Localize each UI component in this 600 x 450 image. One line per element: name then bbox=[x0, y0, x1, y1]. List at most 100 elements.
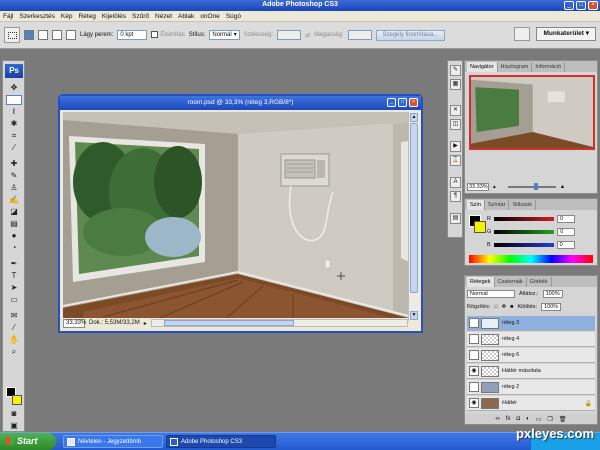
rectangular-marquee-tool-icon[interactable] bbox=[6, 95, 22, 105]
zoom-out-icon[interactable]: ▴ bbox=[493, 184, 496, 190]
fill-input[interactable]: 100% bbox=[541, 303, 562, 311]
style-select[interactable]: Normál ▾ bbox=[209, 30, 240, 40]
quick-mask-icon[interactable]: ◙ bbox=[6, 409, 22, 419]
blur-tool-icon[interactable]: ● bbox=[6, 231, 22, 241]
layer-row[interactable]: ◉ Háttér 🔒 bbox=[467, 396, 595, 411]
menu-image[interactable]: Kép bbox=[61, 13, 73, 20]
menu-file[interactable]: Fájl bbox=[3, 13, 13, 20]
menu-view[interactable]: Nézet bbox=[155, 13, 172, 20]
eye-icon[interactable]: ◉ bbox=[469, 366, 479, 376]
document-vertical-scrollbar[interactable]: ▲ ▼ bbox=[408, 112, 419, 321]
notes-tool-icon[interactable]: ✉ bbox=[6, 311, 22, 321]
refine-edge-button[interactable]: Szegély finomítása... bbox=[375, 29, 446, 41]
channel-r-slider[interactable] bbox=[493, 217, 554, 221]
adjustment-icon[interactable]: ◐ bbox=[526, 416, 530, 422]
tab-curves[interactable]: Görbék bbox=[527, 277, 552, 287]
tab-styles[interactable]: Stílusok bbox=[509, 200, 537, 210]
channel-b-value[interactable]: 0 bbox=[556, 241, 575, 249]
history-brush-tool-icon[interactable]: ✍ bbox=[6, 195, 22, 205]
blend-mode-select[interactable]: Normál bbox=[467, 290, 515, 298]
workspace-button[interactable]: Munkaterület ▾ bbox=[536, 27, 596, 41]
channel-g-slider[interactable] bbox=[494, 230, 555, 234]
tab-channels[interactable]: Csatornák bbox=[495, 277, 527, 287]
lock-position-icon[interactable]: ✥ bbox=[502, 304, 507, 310]
layer-row[interactable]: réteg 6 bbox=[467, 348, 595, 363]
clone-source-icon[interactable]: ◫ bbox=[450, 119, 461, 130]
menu-layer[interactable]: Réteg bbox=[78, 13, 95, 20]
menu-select[interactable]: Kijelölés bbox=[102, 13, 126, 20]
scroll-down-icon[interactable]: ▼ bbox=[410, 311, 418, 320]
start-button[interactable]: Start bbox=[0, 433, 56, 450]
menu-filter[interactable]: Szűrő bbox=[132, 13, 149, 20]
lock-all-icon[interactable]: ■ bbox=[510, 304, 513, 310]
subtract-selection-mode-button[interactable] bbox=[52, 30, 62, 40]
history-panel-icon[interactable]: ⌛ bbox=[450, 155, 461, 166]
lock-pixels-icon[interactable]: □ bbox=[494, 304, 497, 310]
hand-tool-icon[interactable]: ✋ bbox=[6, 335, 22, 345]
feather-input[interactable]: 0 kpt bbox=[117, 30, 148, 40]
channel-b-slider[interactable] bbox=[493, 243, 554, 247]
zoom-in-icon[interactable]: ▲ bbox=[560, 184, 565, 190]
link-icon[interactable]: ∞ bbox=[496, 416, 500, 422]
layer-comps-icon[interactable]: ▤ bbox=[450, 213, 461, 224]
tab-info[interactable]: Információ bbox=[532, 62, 566, 72]
eyedropper2-tool-icon[interactable]: ⁄ bbox=[6, 323, 22, 333]
magic-wand-tool-icon[interactable]: ✱ bbox=[6, 119, 22, 129]
mask-icon[interactable]: ◘ bbox=[517, 416, 521, 422]
tab-swatches[interactable]: Színtár bbox=[485, 200, 510, 210]
taskbar-task-notepad[interactable]: Névtelen - Jegyzettömb bbox=[63, 435, 163, 448]
layer-row[interactable]: réteg 3 bbox=[467, 316, 595, 331]
eye-icon[interactable]: ◉ bbox=[469, 398, 479, 408]
paragraph-panel-icon[interactable]: ¶ bbox=[450, 191, 461, 202]
visibility-toggle[interactable] bbox=[469, 318, 479, 328]
clone-stamp-tool-icon[interactable]: ♙ bbox=[6, 183, 22, 193]
pen-tool-icon[interactable]: ✒ bbox=[6, 259, 22, 269]
eyedropper-tool-icon[interactable]: ⁄ bbox=[6, 143, 22, 153]
channel-r-value[interactable]: 0 bbox=[556, 215, 575, 223]
eraser-tool-icon[interactable]: ◪ bbox=[6, 207, 22, 217]
scroll-up-icon[interactable]: ▲ bbox=[410, 113, 418, 122]
menu-edit[interactable]: Szerkesztés bbox=[19, 13, 54, 20]
doc-maximize-button[interactable]: □ bbox=[398, 98, 407, 107]
hscroll-thumb[interactable] bbox=[163, 320, 294, 326]
navigator-zoom-slider[interactable] bbox=[507, 183, 556, 190]
dodge-tool-icon[interactable]: ◔ bbox=[6, 243, 22, 253]
marquee-tool-preset-icon[interactable] bbox=[4, 27, 20, 43]
menu-help[interactable]: Súgó bbox=[226, 13, 241, 20]
fx-icon[interactable]: fx bbox=[506, 416, 511, 422]
brushes-panel-icon[interactable]: ✎ bbox=[450, 65, 461, 76]
path-selection-tool-icon[interactable]: ➤ bbox=[6, 283, 22, 293]
doc-minimize-button[interactable]: _ bbox=[387, 98, 396, 107]
shape-tool-icon[interactable]: ▭ bbox=[6, 295, 22, 305]
actions-panel-icon[interactable]: ▶ bbox=[450, 141, 461, 152]
height-input[interactable] bbox=[347, 30, 372, 40]
channel-g-value[interactable]: 0 bbox=[557, 228, 576, 236]
layer-row[interactable]: ◉ Háttér másolata bbox=[467, 364, 595, 379]
close-button[interactable]: × bbox=[588, 1, 598, 10]
menu-onone[interactable]: onOne bbox=[200, 13, 220, 20]
visibility-toggle[interactable] bbox=[469, 382, 479, 392]
palette-well-icon[interactable] bbox=[514, 27, 531, 41]
antialias-checkbox[interactable]: Élsimítás bbox=[151, 31, 185, 39]
layer-row[interactable]: réteg 4 bbox=[467, 332, 595, 347]
zoom-tool-icon[interactable]: ⌕ bbox=[6, 347, 22, 357]
minimize-button[interactable]: _ bbox=[564, 1, 574, 10]
character-panel-icon[interactable]: A bbox=[450, 177, 461, 188]
type-tool-icon[interactable]: T bbox=[6, 271, 22, 281]
scroll-thumb[interactable] bbox=[410, 123, 418, 293]
doc-zoom-field[interactable]: 33,33% bbox=[63, 318, 86, 328]
background-color-swatch[interactable] bbox=[12, 395, 22, 405]
lasso-tool-icon[interactable]: ℓ bbox=[6, 107, 22, 117]
tool-presets-icon[interactable]: ✕ bbox=[450, 105, 461, 116]
add-selection-mode-button[interactable] bbox=[38, 30, 48, 40]
photoshop-logo[interactable]: Ps bbox=[5, 64, 23, 78]
layer-row[interactable]: réteg 2 bbox=[467, 380, 595, 395]
document-canvas[interactable] bbox=[63, 112, 409, 321]
opacity-input[interactable]: 100% bbox=[542, 290, 563, 298]
healing-brush-tool-icon[interactable]: ✚ bbox=[6, 159, 22, 169]
document-horizontal-scrollbar[interactable] bbox=[150, 319, 408, 327]
swap-icon[interactable]: ⇄ bbox=[305, 32, 310, 39]
visibility-toggle[interactable] bbox=[469, 350, 479, 360]
gradient-tool-icon[interactable]: ▤ bbox=[6, 219, 22, 229]
new-selection-mode-button[interactable] bbox=[24, 30, 34, 40]
